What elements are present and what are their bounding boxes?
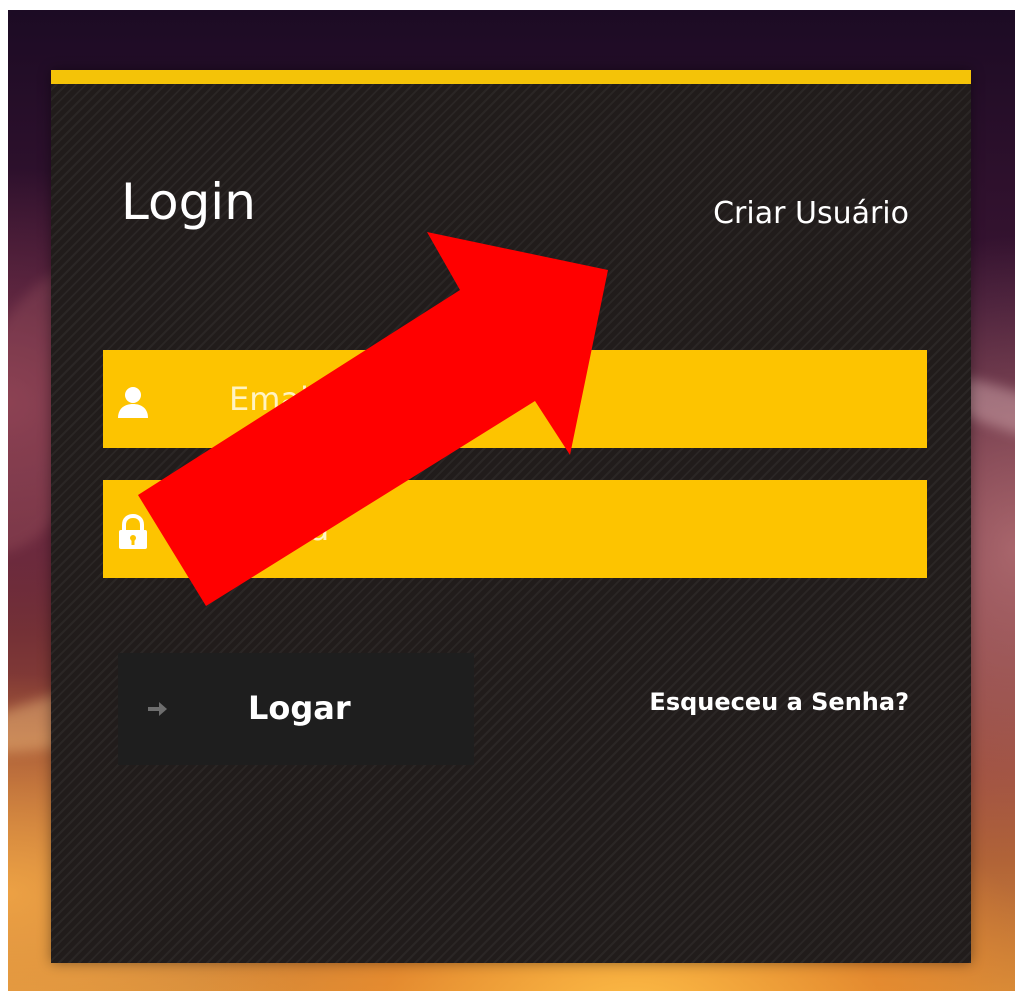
lock-icon	[119, 514, 147, 549]
password-field[interactable]	[103, 480, 927, 578]
page-title: Login	[121, 173, 256, 231]
password-input[interactable]	[229, 480, 909, 578]
email-input[interactable]	[229, 350, 909, 448]
user-icon	[118, 387, 148, 418]
forgot-password-link[interactable]: Esqueceu a Senha?	[649, 686, 909, 718]
create-user-link[interactable]: Criar Usuário	[713, 194, 909, 234]
login-button[interactable]: Logar	[118, 653, 474, 765]
email-field[interactable]	[103, 350, 927, 448]
page-background: Login Criar Usuário Logar	[8, 10, 1015, 991]
panel-top-bar	[51, 70, 971, 84]
arrow-right-icon	[148, 702, 167, 716]
login-panel: Login Criar Usuário Logar	[51, 70, 971, 963]
login-button-label: Logar	[248, 689, 351, 727]
